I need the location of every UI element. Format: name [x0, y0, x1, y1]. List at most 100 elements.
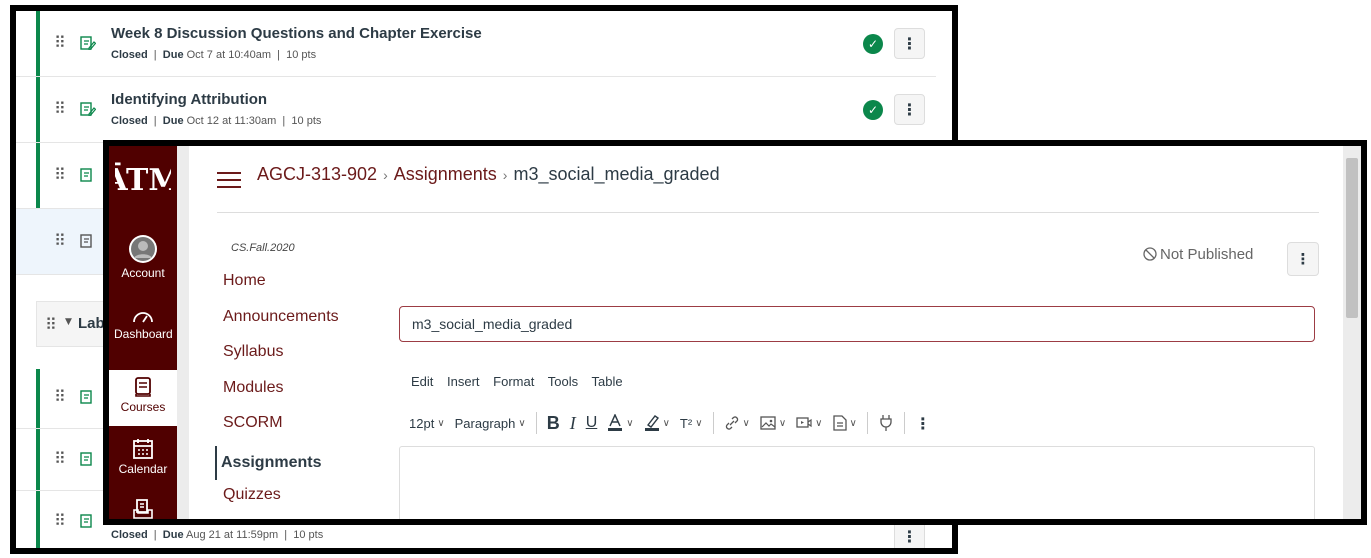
- nav-dashboard[interactable]: Dashboard: [109, 306, 177, 341]
- media-icon: [796, 417, 812, 428]
- more-tools-button[interactable]: ⋮: [915, 414, 931, 433]
- rich-content-editor[interactable]: [399, 446, 1315, 519]
- apps-plugin-button[interactable]: [878, 414, 894, 432]
- collapse-caret-icon[interactable]: ▼: [65, 317, 72, 327]
- chevron-down-icon: ∨: [626, 417, 634, 429]
- row-options-button[interactable]: ⋮: [894, 28, 925, 59]
- nav-label: Account: [121, 266, 165, 280]
- breadcrumb-separator: ›: [502, 167, 508, 183]
- toolbar-divider: [903, 412, 905, 434]
- drag-handle-icon[interactable]: ⠿: [54, 165, 66, 184]
- drag-handle-icon[interactable]: ⠿: [54, 99, 66, 118]
- published-bar: [36, 143, 40, 208]
- assignment-row[interactable]: ⠿ Identifying Attribution Closed | Due O…: [16, 77, 936, 143]
- course-nav-assignments[interactable]: Assignments: [215, 446, 321, 480]
- not-published-icon: [1143, 247, 1157, 261]
- assignment-title[interactable]: Week 8 Discussion Questions and Chapter …: [111, 25, 482, 42]
- font-size-select[interactable]: 12pt ∨: [409, 416, 445, 431]
- assignment-icon: [80, 390, 92, 404]
- assignment-icon: [80, 102, 96, 116]
- chevron-down-icon: ∨: [437, 417, 445, 429]
- toolbar-divider: [866, 412, 868, 434]
- assignment-title[interactable]: Identifying Attribution: [111, 91, 267, 108]
- text-color-button[interactable]: ∨: [607, 414, 634, 432]
- chevron-down-icon: ∨: [695, 417, 703, 429]
- nav-inbox[interactable]: [109, 498, 177, 519]
- chevron-down-icon: ∨: [778, 417, 787, 429]
- chevron-down-icon: ∨: [815, 417, 823, 429]
- block-format-select[interactable]: Paragraph ∨: [455, 416, 526, 431]
- assignment-options-button[interactable]: ⋮: [1287, 242, 1319, 276]
- image-button[interactable]: ∨: [760, 415, 786, 431]
- published-bar: [36, 11, 40, 76]
- assignment-icon: [80, 452, 92, 466]
- nav-label: Dashboard: [114, 327, 173, 341]
- breadcrumb-course[interactable]: AGCJ-313-902: [257, 164, 377, 184]
- toolbar-divider: [535, 412, 537, 434]
- dashboard-icon: [133, 312, 153, 323]
- courses-icon: [135, 377, 151, 397]
- assignment-icon: [80, 36, 96, 50]
- published-check-icon[interactable]: ✓: [863, 100, 883, 120]
- course-nav-modules[interactable]: Modules: [223, 379, 283, 397]
- link-icon: [725, 416, 738, 430]
- published-check-icon[interactable]: ✓: [863, 34, 883, 54]
- document-button[interactable]: ∨: [832, 415, 857, 431]
- nav-courses[interactable]: Courses: [109, 370, 177, 426]
- highlight-color-button[interactable]: ∨: [644, 414, 670, 432]
- publish-status-label: Not Published: [1160, 246, 1254, 263]
- left-scrollbar[interactable]: [177, 146, 189, 519]
- row-options-button[interactable]: ⋮: [894, 94, 925, 125]
- drag-handle-icon[interactable]: ⠿: [54, 449, 66, 468]
- plug-icon: [880, 415, 892, 431]
- publish-status[interactable]: Not Published: [1143, 246, 1253, 263]
- drag-handle-icon[interactable]: ⠿: [45, 315, 57, 334]
- drag-handle-icon[interactable]: ⠿: [54, 231, 66, 250]
- breadcrumb-assignments[interactable]: Assignments: [394, 164, 497, 184]
- row-options-button[interactable]: ⋮: [894, 521, 925, 548]
- nav-label: Courses: [120, 400, 166, 414]
- chevron-down-icon: ∨: [662, 417, 670, 429]
- bold-button[interactable]: B: [547, 413, 560, 434]
- drag-handle-icon[interactable]: ⠿: [54, 511, 66, 530]
- course-nav-announcements[interactable]: Announcements: [223, 308, 339, 326]
- menu-edit[interactable]: Edit: [411, 374, 433, 389]
- divider: [217, 212, 1319, 213]
- published-bar: [36, 429, 40, 490]
- menu-tools[interactable]: Tools: [548, 374, 578, 389]
- assignment-meta: Closed | Due Oct 12 at 11:30am | 10 pts: [111, 115, 322, 127]
- published-bar: [36, 369, 40, 428]
- texas-am-logo[interactable]: ĀTM: [115, 154, 171, 198]
- media-button[interactable]: ∨: [796, 415, 823, 431]
- editor-toolbar: 12pt ∨ Paragraph ∨ B I U ∨ ∨ T² ∨ ∨ ∨ ∨ ∨ ⋮: [409, 408, 931, 438]
- course-nav-quizzes[interactable]: Quizzes: [223, 486, 281, 504]
- assignment-edit-window: ĀTM Account Dashboard Courses Calendar A…: [103, 140, 1367, 525]
- course-nav-syllabus[interactable]: Syllabus: [223, 343, 283, 361]
- course-nav-scorm[interactable]: SCORM: [223, 414, 283, 432]
- published-bar: [36, 77, 40, 142]
- drag-handle-icon[interactable]: ⠿: [54, 387, 66, 406]
- chevron-down-icon: ∨: [518, 417, 526, 429]
- breadcrumb-separator: ›: [383, 167, 388, 183]
- course-nav-home[interactable]: Home: [223, 272, 266, 290]
- account-avatar-icon: [129, 235, 157, 263]
- drag-handle-icon[interactable]: ⠿: [54, 33, 66, 52]
- assignment-row[interactable]: ⠿ Week 8 Discussion Questions and Chapte…: [16, 11, 936, 77]
- assignment-icon: [80, 514, 92, 528]
- assignment-name-input[interactable]: [399, 306, 1315, 342]
- nav-account[interactable]: Account: [109, 234, 177, 280]
- italic-button[interactable]: I: [570, 413, 576, 434]
- chevron-down-icon: ∨: [849, 417, 857, 429]
- underline-button[interactable]: U: [586, 414, 598, 432]
- menu-format[interactable]: Format: [493, 374, 534, 389]
- assignment-icon: [80, 234, 92, 248]
- menu-insert[interactable]: Insert: [447, 374, 480, 389]
- menu-table[interactable]: Table: [591, 374, 622, 389]
- superscript-button[interactable]: T² ∨: [680, 416, 703, 431]
- link-button[interactable]: ∨: [724, 415, 750, 431]
- published-bar: [36, 491, 40, 548]
- nav-calendar[interactable]: Calendar: [109, 438, 177, 476]
- right-scrollbar[interactable]: [1343, 146, 1361, 519]
- scrollbar-thumb[interactable]: [1346, 158, 1358, 318]
- hamburger-menu-icon[interactable]: [217, 172, 241, 188]
